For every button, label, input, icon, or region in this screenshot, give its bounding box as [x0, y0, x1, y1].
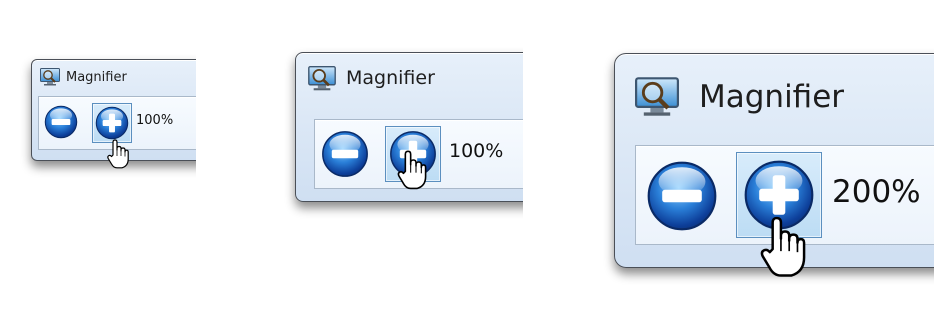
title-bar[interactable]: Magnifier [635, 74, 844, 120]
magnifier-frame-small: Magnifier 100% [0, 0, 196, 190]
window-title: Magnifier [66, 69, 127, 85]
zoom-level-label: 200% [832, 174, 921, 210]
title-bar[interactable]: Magnifier [308, 63, 435, 93]
zoom-in-button[interactable] [92, 103, 132, 143]
magnifier-frame-large: Magnifier 200% [590, 20, 934, 326]
zoom-in-icon [95, 106, 129, 140]
title-bar[interactable]: Magnifier [40, 66, 127, 88]
magnifier-frame-medium: Magnifier 100% [275, 30, 523, 240]
hand-pointer-cursor-icon [397, 150, 427, 190]
zoom-out-button[interactable] [646, 160, 718, 232]
hand-pointer-cursor-icon [107, 139, 129, 169]
zoom-out-button[interactable] [44, 105, 78, 139]
zoom-level-label: 100% [449, 140, 504, 162]
zoom-level-label: 100% [136, 113, 174, 128]
zoom-out-button[interactable] [321, 130, 369, 178]
magnifier-app-icon [40, 68, 60, 86]
window-title: Magnifier [346, 67, 435, 89]
hand-pointer-cursor-icon [760, 216, 806, 278]
magnifier-app-icon [635, 77, 679, 117]
window-title: Magnifier [699, 79, 845, 115]
magnifier-app-icon [308, 66, 336, 91]
